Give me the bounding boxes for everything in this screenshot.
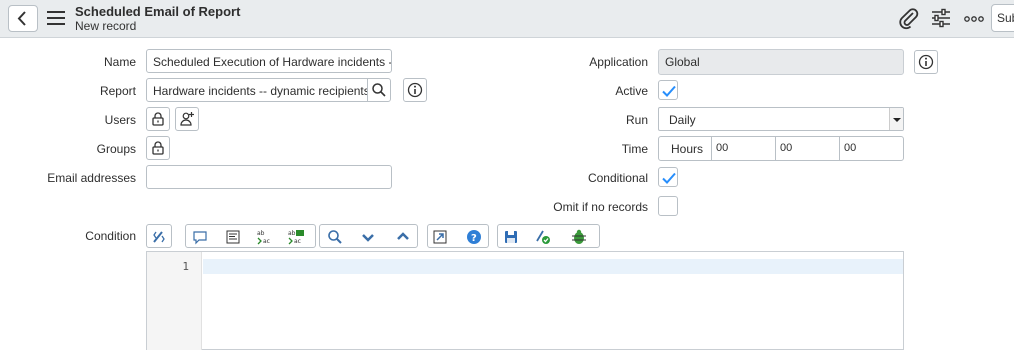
back-button[interactable]: [8, 5, 38, 32]
editor-help-toolbar: ?: [427, 224, 489, 248]
application-field: Global: [658, 49, 904, 75]
active-label: Active: [615, 84, 648, 98]
page-subtitle: New record: [75, 19, 137, 33]
search-icon[interactable]: [327, 229, 343, 245]
active-line-highlight: [203, 259, 903, 274]
lock-icon: [152, 141, 164, 155]
svg-text:ac: ac: [294, 238, 301, 245]
conditional-label: Conditional: [587, 171, 648, 185]
omit-if-no-records-checkbox[interactable]: [658, 196, 678, 216]
run-label: Run: [625, 113, 648, 127]
editor-format-toolbar: ab ac ab ac: [185, 224, 316, 248]
checkmark-icon: [662, 85, 676, 97]
replace-all-icon[interactable]: abac: [287, 229, 309, 245]
run-select[interactable]: Daily: [658, 107, 904, 131]
replace-icon[interactable]: abac: [256, 229, 274, 245]
script-toggle-icon: [153, 231, 165, 243]
more-options-icon[interactable]: [962, 6, 986, 30]
report-input[interactable]: Hardware incidents -- dynamic recipients: [146, 78, 368, 102]
add-user-icon: [180, 112, 194, 126]
submit-button[interactable]: Submit: [991, 4, 1014, 32]
email-addresses-label: Email addresses: [47, 171, 136, 185]
chevron-left-icon: [17, 11, 26, 26]
run-select-value: Daily: [669, 113, 696, 127]
add-me-button[interactable]: [175, 107, 199, 131]
groups-unlock-button[interactable]: [146, 136, 170, 160]
svg-text:ab: ab: [257, 230, 265, 237]
time-picker: Hours 00 00 00: [658, 136, 904, 161]
dropdown-arrow-icon: [889, 108, 903, 130]
conditional-checkbox[interactable]: [658, 167, 678, 187]
name-label: Name: [103, 55, 136, 69]
chevron-down-icon[interactable]: [360, 229, 376, 245]
groups-label: Groups: [96, 142, 136, 156]
format-code-icon[interactable]: [225, 229, 241, 245]
record-title-block: Scheduled Email of Report New record: [75, 4, 240, 34]
users-label: Users: [104, 113, 136, 127]
editor-gutter: 1: [147, 252, 202, 350]
attachment-icon[interactable]: [896, 6, 920, 30]
personalize-form-icon[interactable]: [929, 6, 953, 30]
report-lookup-button[interactable]: [367, 78, 391, 102]
search-icon: [372, 83, 386, 97]
save-icon[interactable]: [503, 229, 519, 245]
report-label: Report: [99, 84, 136, 98]
users-unlock-button[interactable]: [146, 107, 170, 131]
condition-script-editor[interactable]: 1: [146, 251, 904, 350]
toggle-syntax-editor-button[interactable]: [146, 224, 172, 248]
comment-icon[interactable]: [192, 229, 208, 245]
syntax-check-icon[interactable]: [535, 229, 551, 245]
info-icon: [407, 82, 423, 98]
time-hours-input[interactable]: 00: [711, 137, 775, 160]
line-number: 1: [182, 260, 189, 273]
record-header: Scheduled Email of Report New record Sub…: [0, 0, 1014, 38]
page-title: Scheduled Email of Report: [75, 4, 241, 19]
debug-icon[interactable]: [570, 229, 588, 245]
name-input[interactable]: Scheduled Execution of Hardware incident…: [146, 49, 392, 73]
context-menu-icon[interactable]: [47, 11, 65, 27]
checkmark-icon: [662, 172, 676, 184]
email-addresses-input[interactable]: [146, 165, 392, 189]
time-label: Time: [621, 142, 648, 156]
time-hours-label: Hours: [671, 142, 704, 156]
time-minutes-input[interactable]: 00: [775, 137, 839, 160]
help-icon[interactable]: ?: [466, 229, 482, 245]
time-seconds-input[interactable]: 00: [839, 137, 903, 160]
svg-text:ab: ab: [288, 230, 296, 237]
lock-icon: [152, 112, 164, 126]
omit-if-no-records-label: Omit if no records: [553, 200, 648, 214]
condition-label: Condition: [85, 229, 136, 243]
fullscreen-icon[interactable]: [432, 229, 448, 245]
chevron-up-icon[interactable]: [395, 229, 411, 245]
application-info-button[interactable]: [914, 50, 938, 74]
info-icon: [918, 54, 934, 70]
editor-actions-toolbar: [497, 224, 600, 248]
svg-text:ac: ac: [263, 238, 270, 245]
editor-search-toolbar: [319, 224, 418, 248]
report-info-button[interactable]: [403, 78, 427, 102]
active-checkbox[interactable]: [658, 80, 678, 100]
application-label: Application: [589, 55, 648, 69]
svg-text:?: ?: [471, 233, 477, 244]
